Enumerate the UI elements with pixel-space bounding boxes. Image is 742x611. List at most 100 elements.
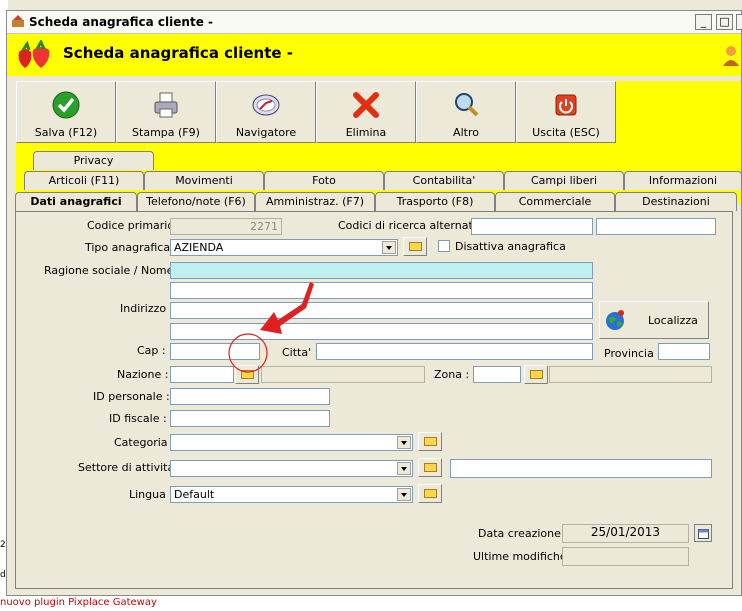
print-button[interactable]: Stampa (F9) [116,81,216,143]
delete-button[interactable]: Elimina [316,81,416,143]
ultime-modifiche-label: Ultime modifiche : [473,550,574,563]
settore-description-field[interactable] [450,459,712,478]
categoria-browse-button[interactable] [418,432,442,451]
ultime-modifiche-field [562,547,689,566]
app-icon [12,15,24,27]
nazione-label: Nazione : [117,368,169,381]
navigator-label: Navigatore [235,126,297,139]
tab-trasporto[interactable]: Trasporto (F8) [375,192,495,211]
print-label: Stampa (F9) [132,126,200,139]
save-button[interactable]: Salva (F12) [16,81,116,143]
zona-field[interactable] [473,366,521,383]
title-bar[interactable]: Scheda anagrafica cliente - _ □ [7,11,742,34]
background-link-text: nuovo plugin Pixplace Gateway [0,597,157,608]
globe-icon [606,310,624,330]
tab-movimenti[interactable]: Movimenti [144,171,264,190]
provincia-field[interactable] [658,343,710,360]
tab-informazioni[interactable]: Informazioni [624,171,742,190]
folder-icon [424,437,437,446]
localizza-button[interactable]: Localizza [599,301,709,339]
settore-browse-button[interactable] [418,458,442,477]
tab-campi-liberi[interactable]: Campi liberi [504,171,624,190]
zona-label: Zona : [434,368,470,381]
save-label: Salva (F12) [34,126,98,139]
tab-commerciale[interactable]: Commerciale [495,192,615,211]
other-label: Altro [453,126,479,139]
annotation-arrow-overlay [228,282,314,373]
magnifier-icon [455,93,479,117]
disattiva-anagrafica-label: Disattiva anagrafica [455,240,566,253]
id-personale-label: ID personale : [93,390,170,403]
lingua-label: Lingua : [129,488,174,501]
window-title: Scheda anagrafica cliente - [29,15,213,29]
exit-button[interactable]: Uscita (ESC) [516,81,616,143]
codice-ricerca-field-1[interactable] [471,218,593,235]
lingua-browse-button[interactable] [418,484,442,503]
delete-x-icon [353,92,379,118]
id-personale-field[interactable] [170,388,330,405]
tab-articoli[interactable]: Articoli (F11) [24,171,144,190]
categoria-select[interactable] [170,434,413,451]
localizza-label: Localizza [648,314,698,327]
toolbar: Salva (F12) Stampa (F9) Navigatore Elimi… [16,81,741,149]
exit-label: Uscita (ESC) [532,126,600,139]
tipo-anagrafica-browse-button[interactable] [403,237,427,256]
tab-amministrazione[interactable]: Amministraz. (F7) [255,192,375,211]
chevron-down-icon[interactable] [382,241,396,254]
compass-icon [252,94,280,116]
settore-label: Settore di attivita' : [78,461,185,474]
codice-ricerca-field-2[interactable] [596,218,716,235]
tab-foto[interactable]: Foto [264,171,384,190]
cap-label: Cap : [137,344,166,357]
navigator-button[interactable]: Navigatore [216,81,316,143]
data-creazione-label: Data creazione : [478,527,569,540]
close-button[interactable] [736,14,742,30]
categoria-label: Categoria : [114,436,175,449]
tab-telefono-note[interactable]: Telefono/note (F6) [137,192,255,211]
chevron-down-icon[interactable] [397,436,411,449]
delete-label: Elimina [345,126,387,139]
background-text: d [0,570,6,580]
disattiva-anagrafica-checkbox[interactable] [438,240,450,252]
id-fiscale-label: ID fiscale : [109,412,167,425]
other-button[interactable]: Altro [416,81,516,143]
chevron-down-icon[interactable] [397,488,411,501]
header-banner: Scheda anagrafica cliente - [7,34,741,76]
codici-ricerca-label: Codici di ricerca alternativi : [338,219,493,232]
zona-description-field [549,366,712,383]
data-creazione-field: 25/01/2013 [562,524,689,543]
ragione-sociale-label: Ragione sociale / Nome : [44,264,181,277]
tab-dati-anagrafici[interactable]: Dati anagrafici (F5) [15,192,137,226]
folder-icon [530,370,543,379]
lingua-value: Default [174,488,215,501]
folder-icon [424,463,437,472]
tipo-anagrafica-value: AZIENDA [174,241,224,254]
zona-browse-button[interactable] [524,365,548,384]
citta-field[interactable] [316,343,593,360]
indirizzo-label: Indirizzo : [120,302,174,315]
background-text: 2 [0,540,6,550]
tipo-anagrafica-select[interactable]: AZIENDA [170,239,398,256]
power-icon [555,94,577,116]
tab-privacy[interactable]: Privacy [33,151,154,170]
lingua-select[interactable]: Default [170,486,413,503]
user-icon [723,46,739,66]
chevron-down-icon[interactable] [397,462,411,475]
customer-window: Scheda anagrafica cliente - _ □ Scheda a… [6,10,742,596]
check-icon [52,91,80,119]
printer-icon [154,92,178,118]
tab-contabilita[interactable]: Contabilita' [384,171,504,190]
maximize-button[interactable]: □ [716,14,733,30]
codice-primario-label: Codice primario : [87,219,182,232]
id-fiscale-field[interactable] [170,410,330,427]
calendar-icon [698,529,709,539]
folder-icon [409,242,422,251]
settore-select[interactable] [170,460,413,477]
provincia-label: Provincia : [604,347,662,360]
minimize-button[interactable]: _ [695,14,712,30]
strawberry-icon [18,40,50,68]
tab-destinazioni[interactable]: Destinazioni [615,192,737,211]
calendar-button[interactable] [694,524,712,542]
folder-icon [424,489,437,498]
codice-primario-field[interactable]: 2271 [170,218,282,235]
